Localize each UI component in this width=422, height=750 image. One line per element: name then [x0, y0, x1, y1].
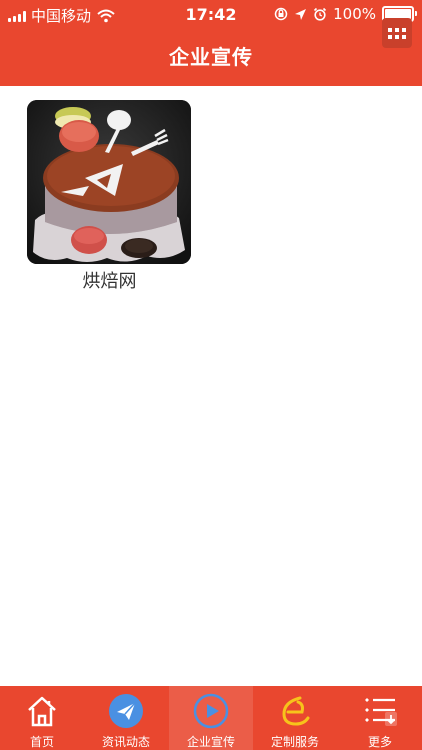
cake-photo[interactable] [27, 100, 191, 264]
page-title: 企业宣传 [169, 45, 253, 69]
tab-home[interactable]: 首页 [0, 686, 84, 750]
service-icon [282, 696, 310, 726]
more-list-icon [365, 698, 397, 726]
battery-percent: 100% [333, 5, 376, 23]
tab-label: 资讯动态 [101, 735, 150, 749]
home-icon [28, 696, 56, 727]
tab-promo[interactable]: 企业宣传 [169, 686, 253, 750]
grid-icon[interactable] [382, 18, 412, 48]
play-icon [193, 693, 229, 729]
tab-bar: 首页 资讯动态 企业宣传 定制服务 更多 [0, 686, 422, 750]
tab-news[interactable]: 资讯动态 [84, 686, 168, 750]
alarm-icon [314, 7, 327, 21]
location-icon [295, 8, 307, 20]
paper-plane-icon [109, 694, 143, 728]
tab-label: 首页 [29, 735, 54, 749]
tab-label: 企业宣传 [186, 735, 235, 749]
nav-bar: 企业宣传 [0, 18, 422, 86]
tab-label: 定制服务 [270, 735, 319, 749]
tab-label: 更多 [367, 735, 392, 749]
tab-more[interactable]: 更多 [338, 686, 422, 750]
rotation-lock-icon [274, 7, 288, 21]
list-item[interactable]: 烘焙网 [27, 100, 192, 293]
content-area: 烘焙网 [0, 86, 422, 686]
status-bar: 中国移动 17:42 100% [0, 0, 422, 30]
tab-service[interactable]: 定制服务 [253, 686, 337, 750]
item-label: 烘焙网 [82, 271, 137, 292]
